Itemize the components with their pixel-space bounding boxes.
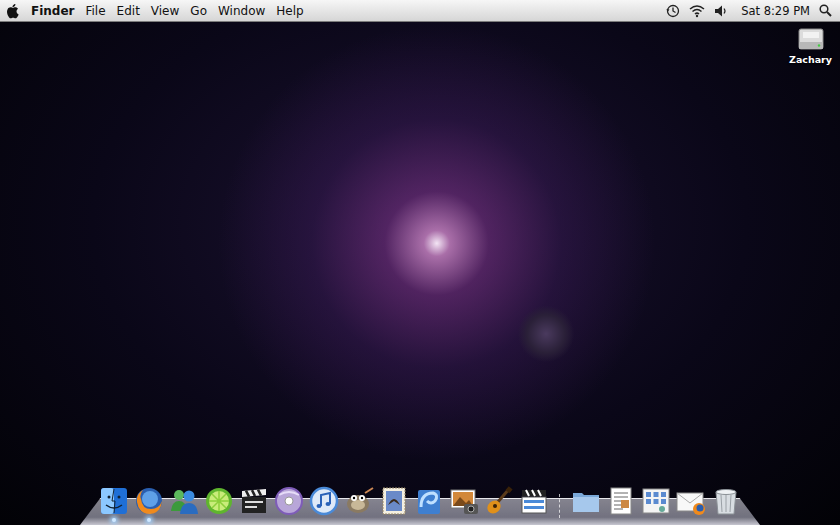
running-indicator <box>584 518 588 522</box>
finder-icon <box>98 485 130 517</box>
messenger-icon <box>168 485 200 517</box>
dock-item[interactable] <box>518 485 550 522</box>
dock-item[interactable] <box>675 485 707 522</box>
volume-icon[interactable] <box>714 4 728 18</box>
wave-icon <box>413 485 445 517</box>
menu-bar: Finder File Edit View Go Window Help Sat 8:29 P… <box>0 0 840 22</box>
menu-item[interactable]: Edit <box>117 1 140 21</box>
dock-separator <box>559 494 561 518</box>
trash-icon <box>710 485 742 517</box>
running-indicator <box>462 518 466 522</box>
menu-extras: Sat 8:29 PM <box>666 4 832 18</box>
itunes-icon <box>308 485 340 517</box>
dock-item[interactable] <box>413 485 445 522</box>
dock-item[interactable] <box>343 485 375 522</box>
running-indicator <box>322 518 326 522</box>
firefox-icon <box>133 485 165 517</box>
running-indicator <box>689 518 693 522</box>
hard-drive-icon <box>796 26 826 52</box>
limewire-icon <box>203 485 235 517</box>
clapper-icon <box>238 485 270 517</box>
dock-item[interactable] <box>570 485 602 522</box>
menu-item[interactable]: Window <box>218 1 265 21</box>
menu-item[interactable]: File <box>86 1 106 21</box>
dock-item[interactable] <box>98 485 130 522</box>
menu-left: Finder File Edit View Go Window Help <box>6 1 304 21</box>
time-machine-icon[interactable] <box>666 4 680 18</box>
running-indicator <box>252 518 256 522</box>
running-indicator <box>427 518 431 522</box>
dvd-icon <box>273 485 305 517</box>
folder-icon <box>570 485 602 517</box>
running-indicator <box>392 518 396 522</box>
running-indicator <box>619 518 623 522</box>
dock-item[interactable] <box>640 485 672 522</box>
running-indicator <box>217 518 221 522</box>
apple-icon[interactable] <box>6 3 20 19</box>
menu-item[interactable]: Go <box>190 1 207 21</box>
dock-item[interactable] <box>168 485 200 522</box>
dock-item[interactable] <box>308 485 340 522</box>
menu-item[interactable]: View <box>151 1 179 21</box>
iphoto-icon <box>448 485 480 517</box>
running-indicator <box>357 518 361 522</box>
running-indicator <box>287 518 291 522</box>
applications-icon <box>640 485 672 517</box>
spotlight-icon[interactable] <box>819 4 832 17</box>
dock-item[interactable] <box>203 485 235 522</box>
app-menu[interactable]: Finder <box>31 1 75 21</box>
desktop: Zachary <box>0 22 840 525</box>
dock-item[interactable] <box>133 485 165 522</box>
running-indicator <box>654 518 658 522</box>
downloads-icon <box>675 485 707 517</box>
imovie-icon <box>518 485 550 517</box>
running-indicator <box>532 518 536 522</box>
dock-item[interactable] <box>710 485 742 522</box>
running-indicator <box>724 518 728 522</box>
screen: Finder File Edit View Go Window Help Sat 8:29 P… <box>0 0 840 525</box>
garageband-icon <box>483 485 515 517</box>
dock <box>80 485 760 525</box>
running-indicator <box>147 518 151 522</box>
running-indicator <box>497 518 501 522</box>
dock-item[interactable] <box>378 485 410 522</box>
wifi-icon[interactable] <box>689 4 705 18</box>
menu-clock[interactable]: Sat 8:29 PM <box>741 4 810 18</box>
desktop-icon[interactable]: Zachary <box>789 26 832 65</box>
dock-item[interactable] <box>273 485 305 522</box>
menu-item[interactable]: Help <box>276 1 303 21</box>
dock-item[interactable] <box>448 485 480 522</box>
dock-item[interactable] <box>483 485 515 522</box>
dock-item[interactable] <box>238 485 270 522</box>
mail-icon <box>378 485 410 517</box>
gimp-icon <box>343 485 375 517</box>
running-indicator <box>182 518 186 522</box>
documents-icon <box>605 485 637 517</box>
desktop-icon-label: Zachary <box>789 54 832 65</box>
dock-item[interactable] <box>605 485 637 522</box>
running-indicator <box>112 518 116 522</box>
